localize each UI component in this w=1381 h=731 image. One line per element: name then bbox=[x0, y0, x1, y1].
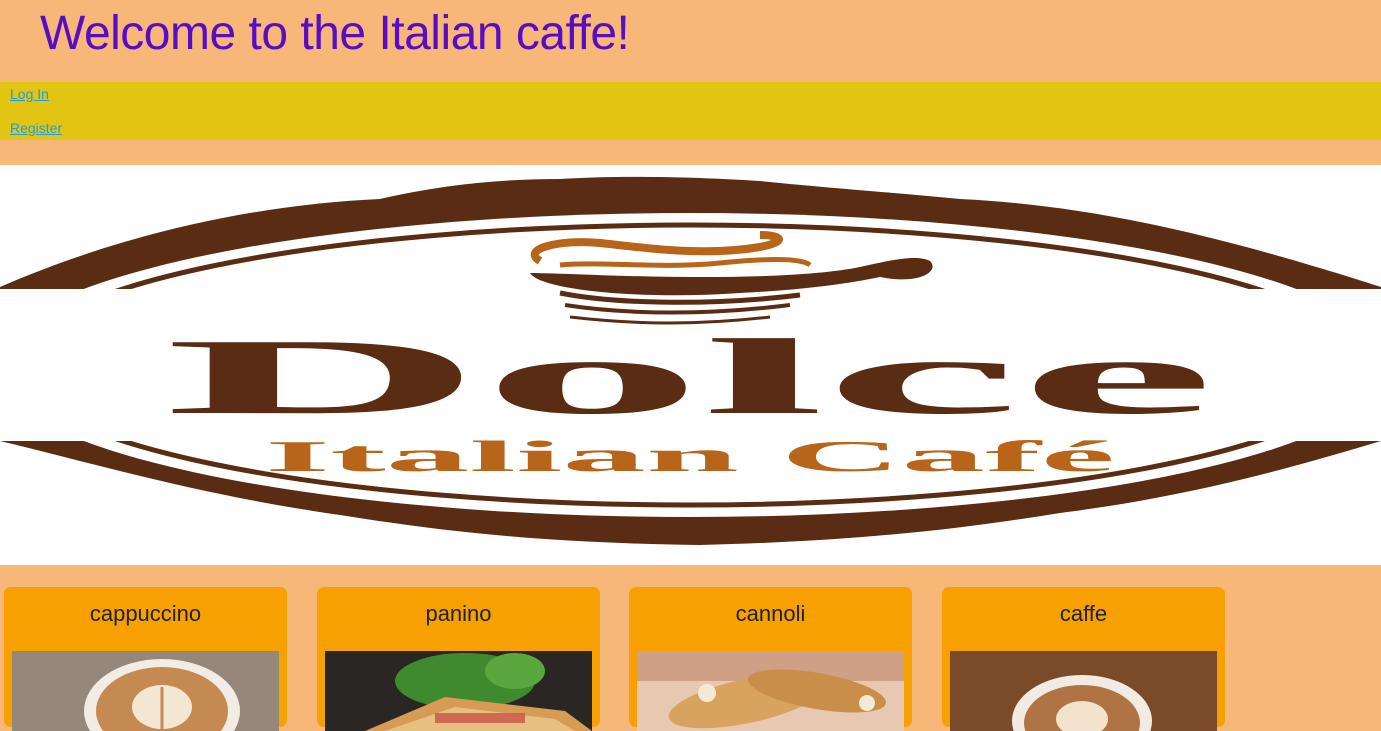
menu-cards: cappuccino panino cannoli caffe bbox=[0, 587, 1381, 731]
panino-photo bbox=[325, 651, 592, 731]
login-link[interactable]: Log In bbox=[10, 86, 49, 102]
logo-word: Dolce bbox=[165, 318, 1215, 437]
menu-card-cannoli[interactable]: cannoli bbox=[629, 587, 912, 731]
register-link[interactable]: Register bbox=[10, 120, 62, 136]
logo-banner: Dolce Italian Café bbox=[0, 165, 1381, 565]
dolce-logo-image: Dolce Italian Café bbox=[0, 176, 1381, 546]
cannoli-photo bbox=[637, 651, 904, 731]
menu-card-caffe[interactable]: caffe bbox=[942, 587, 1225, 731]
nav-bar: Log In Register bbox=[0, 82, 1381, 140]
logo-subtitle: Italian Café bbox=[265, 432, 1115, 481]
menu-card-title: panino bbox=[425, 601, 492, 626]
menu-card-title: cannoli bbox=[735, 601, 806, 626]
cappuccino-photo bbox=[12, 651, 279, 731]
menu-card-cappuccino[interactable]: cappuccino bbox=[4, 587, 287, 731]
menu-card-title: caffe bbox=[1059, 601, 1108, 626]
menu-card-title: cappuccino bbox=[89, 601, 202, 626]
menu-card-panino[interactable]: panino bbox=[317, 587, 600, 731]
caffe-photo bbox=[950, 651, 1217, 731]
page-title: Welcome to the Italian caffe! bbox=[40, 7, 630, 60]
